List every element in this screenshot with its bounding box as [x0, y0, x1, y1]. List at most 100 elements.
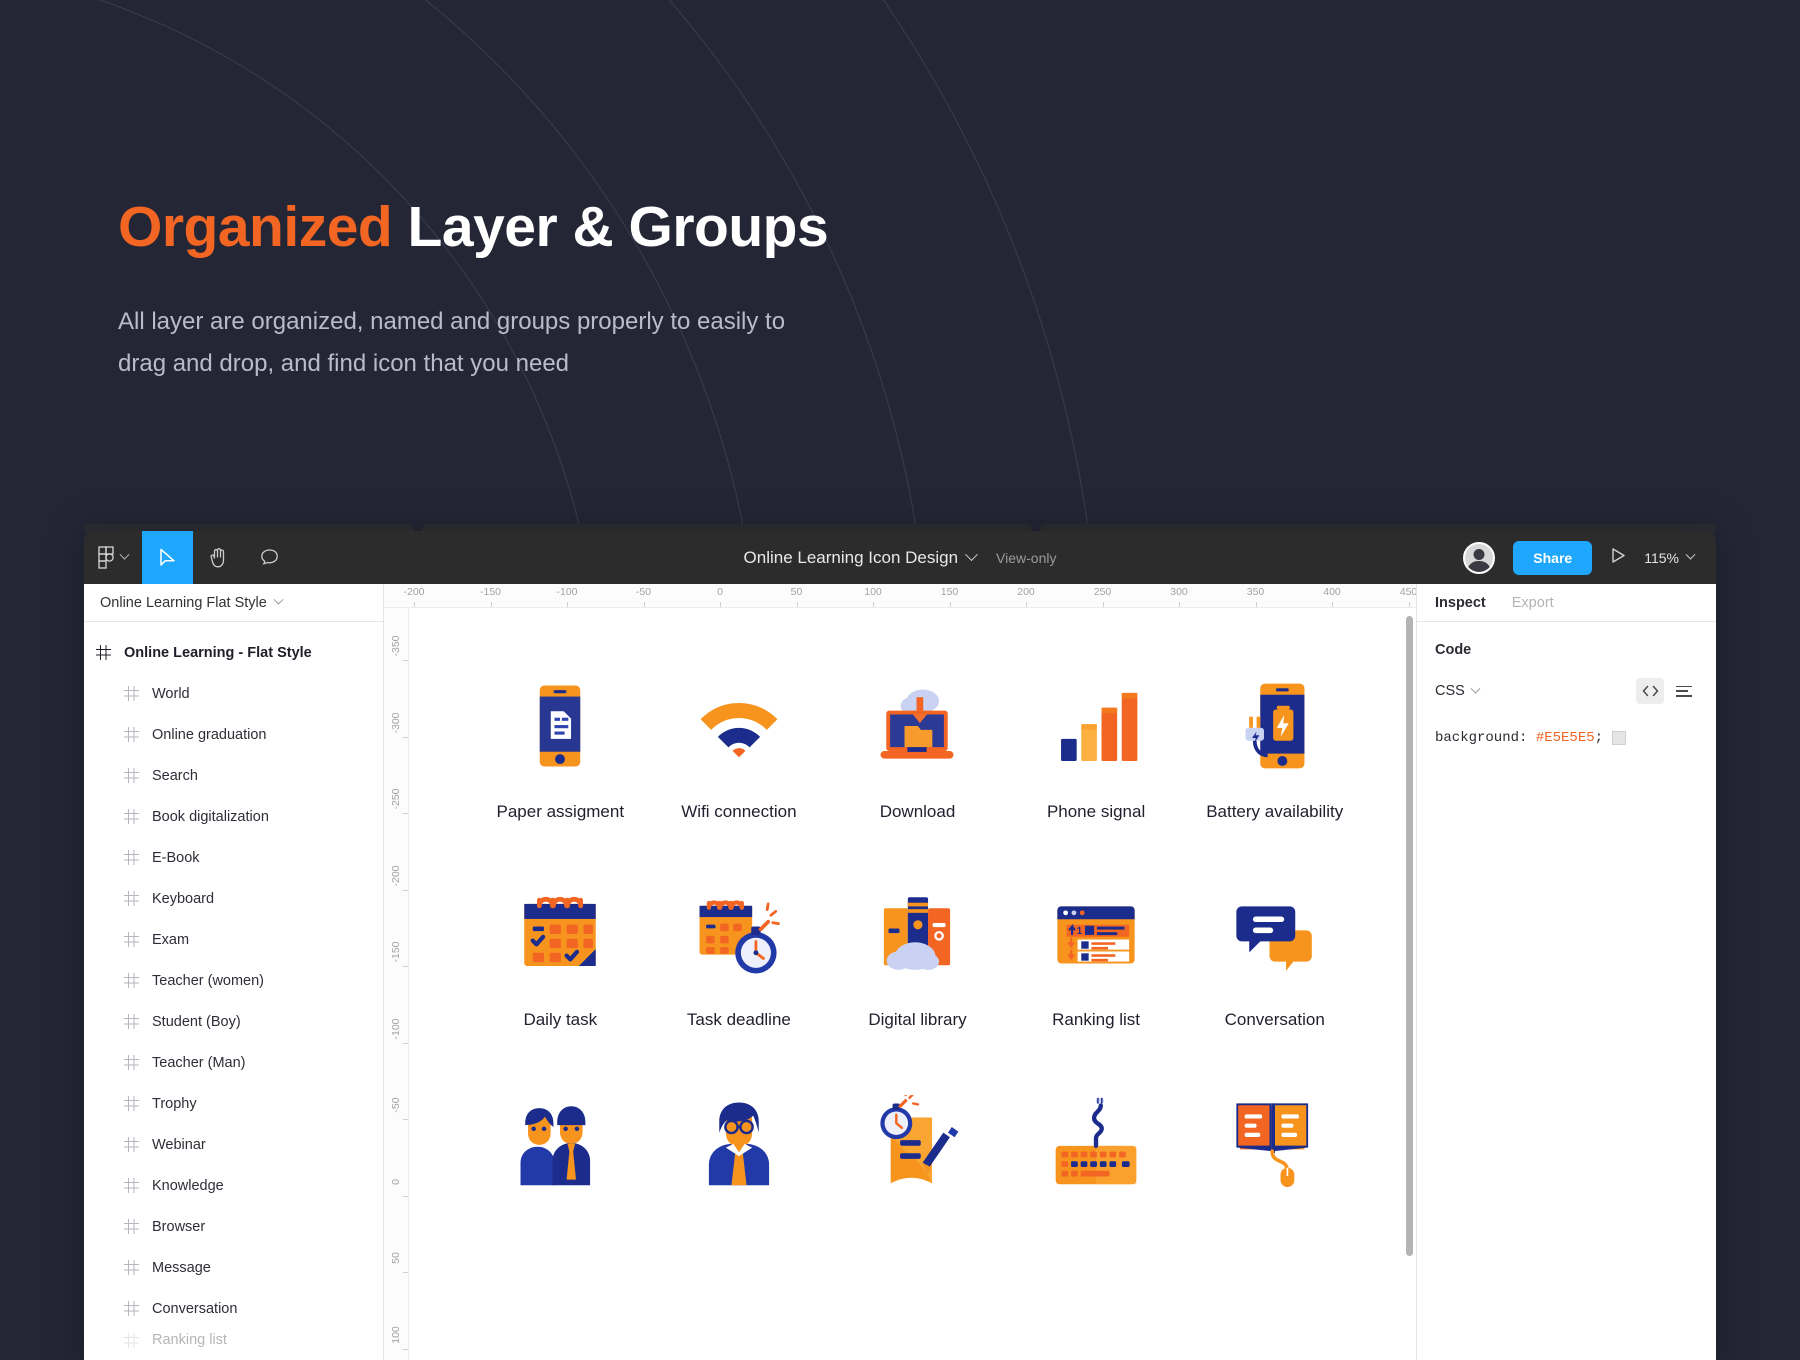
- icon-cell[interactable]: Task deadline: [650, 878, 829, 1030]
- icon-cell[interactable]: [650, 1086, 829, 1198]
- tab-export[interactable]: Export: [1512, 595, 1554, 611]
- component-hash-icon: [124, 1137, 139, 1152]
- component-hash-icon: [124, 1096, 139, 1111]
- language-label: CSS: [1435, 683, 1465, 699]
- layer-row[interactable]: Ranking list: [84, 1329, 383, 1351]
- play-triangle-icon[interactable]: [1610, 547, 1626, 569]
- canvas-vertical-scrollbar[interactable]: [1406, 616, 1413, 1256]
- icon-label: Digital library: [868, 1010, 967, 1029]
- layer-label: Search: [152, 767, 198, 784]
- layer-list: Online Learning - Flat Style World Online…: [84, 622, 383, 1351]
- component-hash-icon: [124, 768, 139, 783]
- phone-document-icon: [500, 670, 620, 782]
- layer-row[interactable]: Trophy: [84, 1083, 383, 1124]
- icon-label: Wifi connection: [681, 802, 797, 821]
- inspect-body: Code CSS background: #E5E5E5 ;: [1417, 622, 1716, 746]
- avatar[interactable]: [1463, 541, 1496, 574]
- layer-row[interactable]: Browser: [84, 1206, 383, 1247]
- zoom-control[interactable]: 115%: [1644, 550, 1696, 566]
- page-title-accent: Organized: [118, 195, 393, 259]
- hero-section: Organized Layer & Groups All layer are o…: [118, 195, 829, 386]
- layer-row[interactable]: Student (Boy): [84, 1001, 383, 1042]
- icon-cell[interactable]: Wifi connection: [650, 670, 829, 822]
- icon-grid: Paper assigment Wifi connection Download…: [409, 608, 1416, 1198]
- layer-row[interactable]: World: [84, 673, 383, 714]
- layer-row[interactable]: E-Book: [84, 837, 383, 878]
- wifi-icon: [679, 670, 799, 782]
- icon-cell[interactable]: Paper assigment: [471, 670, 650, 822]
- layer-row[interactable]: Search: [84, 755, 383, 796]
- css-semicolon: ;: [1594, 730, 1604, 746]
- icon-cell[interactable]: 1 Ranking list: [1007, 878, 1186, 1030]
- component-hash-icon: [124, 686, 139, 701]
- list-view-icon[interactable]: [1670, 678, 1698, 704]
- inspect-tabs: Inspect Export: [1417, 584, 1716, 622]
- hand-icon[interactable]: [193, 531, 244, 584]
- page-name: Online Learning Flat Style: [100, 594, 267, 611]
- component-hash-icon: [124, 891, 139, 906]
- layer-row-root[interactable]: Online Learning - Flat Style: [84, 632, 383, 673]
- layer-row[interactable]: Online graduation: [84, 714, 383, 755]
- layer-row[interactable]: Keyboard: [84, 878, 383, 919]
- code-section-heading: Code: [1435, 642, 1472, 658]
- two-people-icon: [500, 1086, 620, 1198]
- component-hash-icon: [124, 1219, 139, 1234]
- code-view-icon[interactable]: [1636, 678, 1664, 704]
- chevron-down-icon[interactable]: [965, 548, 978, 562]
- layer-label: Teacher (Man): [152, 1054, 246, 1071]
- book-mouse-icon: [1215, 1086, 1335, 1198]
- icon-cell[interactable]: Conversation: [1185, 878, 1364, 1030]
- layer-row[interactable]: Exam: [84, 919, 383, 960]
- icon-cell[interactable]: [1185, 1086, 1364, 1198]
- figma-logo-icon[interactable]: [84, 531, 142, 584]
- books-cloud-icon: [857, 878, 977, 990]
- component-hash-icon: [124, 1178, 139, 1193]
- layer-label: Online graduation: [152, 726, 267, 743]
- share-button[interactable]: Share: [1513, 540, 1593, 575]
- hero-subtitle-line1: All layer are organized, named and group…: [118, 307, 786, 335]
- document-title[interactable]: Online Learning Icon Design: [744, 548, 959, 568]
- icon-cell[interactable]: [471, 1086, 650, 1198]
- layer-label: Trophy: [152, 1095, 197, 1112]
- icon-cell[interactable]: Phone signal: [1007, 670, 1186, 822]
- layer-row[interactable]: Teacher (Man): [84, 1042, 383, 1083]
- layer-label: Keyboard: [152, 890, 215, 907]
- layer-label: Teacher (women): [152, 972, 265, 989]
- page-selector[interactable]: Online Learning Flat Style: [84, 584, 383, 622]
- figma-workspace: Online Learning Flat Style Online Learni…: [84, 584, 1716, 1360]
- language-selector[interactable]: CSS: [1435, 683, 1481, 699]
- layer-row[interactable]: Webinar: [84, 1124, 383, 1165]
- icon-cell[interactable]: [1007, 1086, 1186, 1198]
- component-hash-icon: [124, 1260, 139, 1275]
- svg-text:1: 1: [1077, 926, 1083, 937]
- layer-label: World: [152, 685, 190, 702]
- component-hash-icon: [124, 850, 139, 865]
- chevron-down-icon: [273, 594, 284, 605]
- canvas-viewport[interactable]: Paper assigment Wifi connection Download…: [409, 608, 1416, 1360]
- layer-row[interactable]: Knowledge: [84, 1165, 383, 1206]
- icon-cell[interactable]: Daily task: [471, 878, 650, 1030]
- vertical-ruler: -350 -300 -250 -200 -150 -100 -50 0 50 100: [384, 608, 409, 1360]
- layer-row[interactable]: Conversation: [84, 1288, 383, 1329]
- icon-cell[interactable]: Digital library: [828, 878, 1007, 1030]
- component-hash-icon: [124, 1332, 139, 1348]
- layer-row[interactable]: Teacher (women): [84, 960, 383, 1001]
- canvas-area[interactable]: -200 -150 -100 -50 0 50 100 150 200 250 300 350 400 4…: [384, 584, 1416, 1360]
- layer-label: Exam: [152, 931, 190, 948]
- layer-row[interactable]: Book digitalization: [84, 796, 383, 837]
- color-swatch: [1612, 731, 1627, 745]
- cursor-icon[interactable]: [142, 531, 193, 584]
- component-hash-icon: [124, 1055, 139, 1070]
- component-hash-icon: [124, 1014, 139, 1029]
- figma-toolbar: Online Learning Icon Design View-only Sh…: [84, 531, 1716, 584]
- tab-inspect[interactable]: Inspect: [1435, 595, 1486, 611]
- chevron-down-icon: [119, 549, 130, 560]
- layer-row[interactable]: Message: [84, 1247, 383, 1288]
- icon-label: Battery availability: [1206, 802, 1344, 821]
- icon-cell[interactable]: Battery availability: [1185, 670, 1364, 822]
- comment-bubble-icon[interactable]: [244, 531, 295, 584]
- css-code-line: background: #E5E5E5;: [1435, 730, 1698, 746]
- phone-battery-charge-icon: [1215, 670, 1335, 782]
- icon-cell[interactable]: [828, 1086, 1007, 1198]
- icon-cell[interactable]: Download: [828, 670, 1007, 822]
